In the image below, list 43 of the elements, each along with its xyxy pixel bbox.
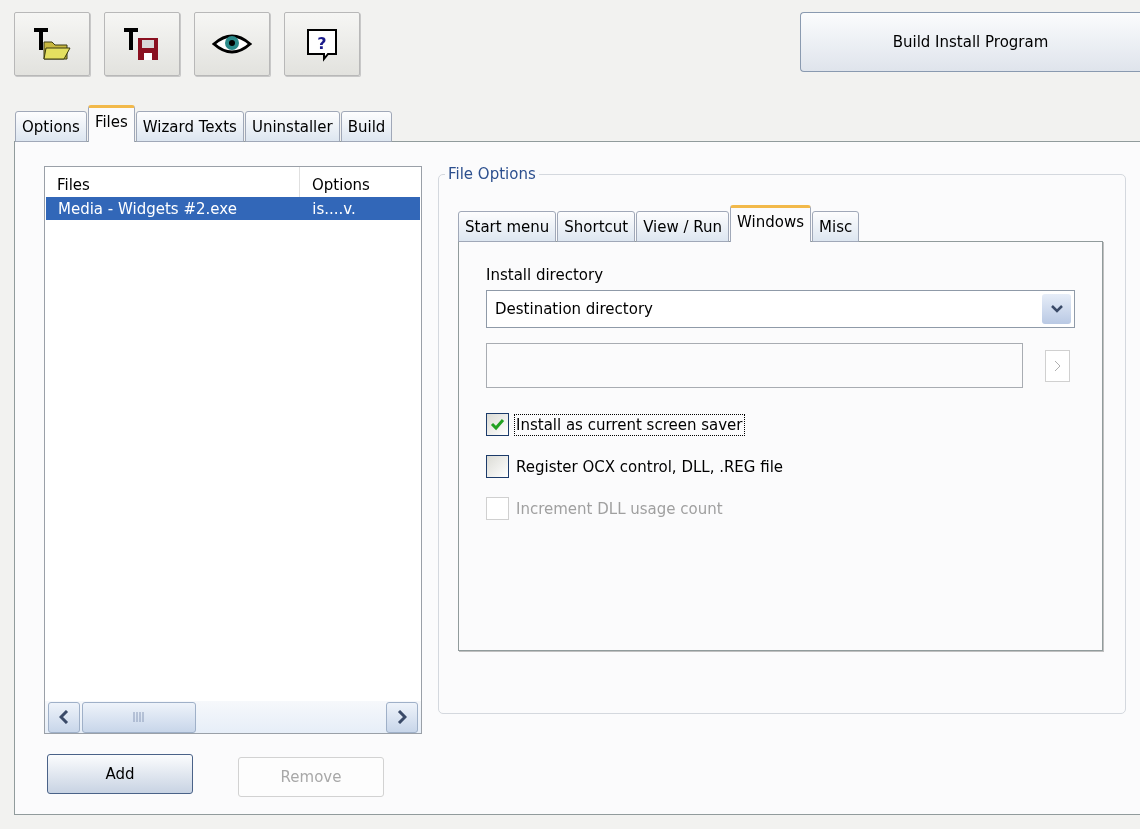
eye-icon (212, 32, 252, 56)
input-field[interactable] (486, 343, 1023, 388)
toolbar-button[interactable] (104, 12, 180, 76)
directory-dropdown[interactable]: Destination directory (486, 290, 1075, 328)
help-icon: ? (304, 26, 340, 62)
scroll-left-button[interactable] (48, 701, 80, 733)
chevron-right-icon (1053, 359, 1062, 372)
tab[interactable]: Build (340, 111, 393, 142)
horizontal-scrollbar[interactable] (45, 701, 421, 733)
checkbox[interactable] (486, 455, 509, 478)
file-row[interactable]: Media - Widgets #2.exe is....v. (46, 197, 420, 220)
scroll-thumb[interactable] (82, 701, 196, 733)
file-list[interactable]: Files Options Media - Widgets #2.exe is....v. (44, 166, 422, 734)
field-label: Install directory (486, 266, 605, 284)
tab[interactable]: Uninstaller (244, 111, 340, 142)
checkbox-label[interactable]: Register OCX control, DLL, .REG file (515, 456, 785, 477)
table-cell-text: is....v. (311, 199, 357, 218)
tab[interactable]: Windows (730, 205, 812, 242)
column-header[interactable]: Options (300, 167, 420, 197)
toolbar-button[interactable] (194, 12, 270, 76)
tab[interactable]: Wizard Texts (135, 111, 244, 142)
chevron-left-icon (59, 710, 69, 724)
tab[interactable]: Start menu (458, 211, 557, 242)
chevron-right-icon (397, 710, 407, 724)
tab[interactable]: Options (15, 111, 87, 142)
toolbar-button[interactable] (14, 12, 90, 76)
build-install-button[interactable]: Build Install Program (800, 12, 1140, 72)
table-cell-text: Media - Widgets #2.exe (57, 199, 238, 218)
tab[interactable]: View / Run (636, 211, 730, 242)
checkbox-label[interactable]: Install as current screen saver (515, 414, 744, 435)
dropdown-button[interactable] (1042, 294, 1071, 324)
open-folder-icon (32, 26, 72, 62)
tab[interactable]: Shortcut (557, 211, 636, 242)
checkbox[interactable] (486, 413, 509, 436)
tab[interactable]: Misc (812, 211, 860, 242)
chevron-down-icon (1050, 305, 1063, 313)
checkmark-icon (490, 418, 505, 431)
scroll-right-button[interactable] (386, 701, 418, 733)
group-title: File Options (445, 165, 539, 183)
push-button[interactable]: Add (47, 754, 193, 794)
tab[interactable]: Files (87, 105, 135, 142)
toolbar-button[interactable]: ? (284, 12, 360, 76)
grip-icon (133, 712, 145, 722)
